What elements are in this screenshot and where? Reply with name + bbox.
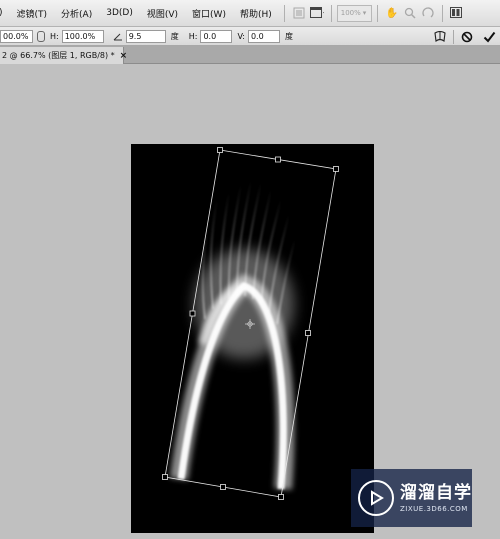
vertical-skew-field[interactable]: 0.0 xyxy=(247,29,280,43)
reference-point-icon[interactable] xyxy=(245,319,255,329)
transform-handle[interactable] xyxy=(333,166,339,172)
watermark: 溜溜自学 ZIXUE.3D66.COM xyxy=(351,469,472,527)
menu-separator xyxy=(376,4,378,22)
screen-mode-icon[interactable] xyxy=(309,6,324,20)
menu-separator xyxy=(441,4,443,22)
cancel-transform-icon[interactable] xyxy=(456,28,478,45)
height-percent-field[interactable]: 100.0% xyxy=(61,29,104,43)
height-label: H: xyxy=(50,31,59,41)
menu-item-3d[interactable]: 3D(D) xyxy=(99,8,140,18)
play-logo-icon xyxy=(358,480,394,516)
menu-separator xyxy=(330,4,332,22)
transform-handle[interactable] xyxy=(189,310,196,317)
menu-item-window[interactable]: 窗口(W) xyxy=(185,7,233,20)
vertical-skew-label: V: xyxy=(237,31,245,41)
zoom-tool-icon[interactable] xyxy=(403,6,417,20)
watermark-url: ZIXUE.3D66.COM xyxy=(400,504,468,513)
transform-handle[interactable] xyxy=(162,474,168,480)
transform-handle[interactable] xyxy=(220,484,226,490)
horizontal-skew-label: H: xyxy=(188,31,198,41)
arrange-documents-icon[interactable] xyxy=(449,6,464,20)
menu-item-help[interactable]: 帮助(H) xyxy=(233,7,279,20)
document-tab-title: 2 @ 66.7% (图层 1, RGB/8) * xyxy=(2,51,115,60)
menu-separator xyxy=(283,4,285,22)
zoom-level-value: 100% xyxy=(340,9,361,17)
horizontal-skew-field[interactable]: 0.0 xyxy=(200,29,233,43)
menu-item-view[interactable]: 视图(V) xyxy=(140,7,185,20)
document-tab-bar: 2 @ 66.7% (图层 1, RGB/8) * × xyxy=(0,46,500,64)
angle-icon xyxy=(113,32,123,41)
angle-unit-label: 度 xyxy=(170,31,179,41)
link-icon[interactable] xyxy=(37,30,45,42)
rotate-view-icon[interactable] xyxy=(421,6,435,20)
commit-controls xyxy=(429,27,500,46)
warp-mode-icon[interactable] xyxy=(429,28,451,45)
document-canvas[interactable] xyxy=(131,144,374,533)
document-tab[interactable]: 2 @ 66.7% (图层 1, RGB/8) * × xyxy=(0,47,127,64)
transform-handle[interactable] xyxy=(305,330,311,336)
close-icon[interactable]: × xyxy=(120,51,128,61)
workspace: 溜溜自学 ZIXUE.3D66.COM xyxy=(0,64,500,539)
commit-transform-icon[interactable] xyxy=(478,28,500,45)
menu-item-filter[interactable]: 滤镜(T) xyxy=(10,7,55,20)
watermark-title: 溜溜自学 xyxy=(400,482,472,503)
menu-item-partial[interactable]: ) xyxy=(0,8,10,18)
options-bar: 00.0% H: 100.0% 9.5 度 H: 0.0 V: 0.0 度 xyxy=(0,27,500,46)
chevron-down-icon: ▾ xyxy=(362,9,367,17)
menu-item-analysis[interactable]: 分析(A) xyxy=(54,7,99,20)
zoom-level-select[interactable]: 100% ▾ xyxy=(336,4,372,22)
transform-handle[interactable] xyxy=(278,494,284,500)
transform-handle[interactable] xyxy=(275,156,281,163)
transform-handle[interactable] xyxy=(217,147,223,153)
width-percent-field[interactable]: 00.0% xyxy=(0,29,33,43)
hand-tool-icon[interactable]: ✋ xyxy=(385,6,399,20)
transform-bounding-box[interactable] xyxy=(131,144,374,533)
options-separator xyxy=(453,29,454,44)
bridge-icon[interactable] xyxy=(292,6,306,20)
skew-unit-label: 度 xyxy=(284,31,293,41)
rotation-angle-field[interactable]: 9.5 xyxy=(125,29,166,43)
menu-bar: ) 滤镜(T) 分析(A) 3D(D) 视图(V) 窗口(W) 帮助(H) 10… xyxy=(0,0,500,27)
